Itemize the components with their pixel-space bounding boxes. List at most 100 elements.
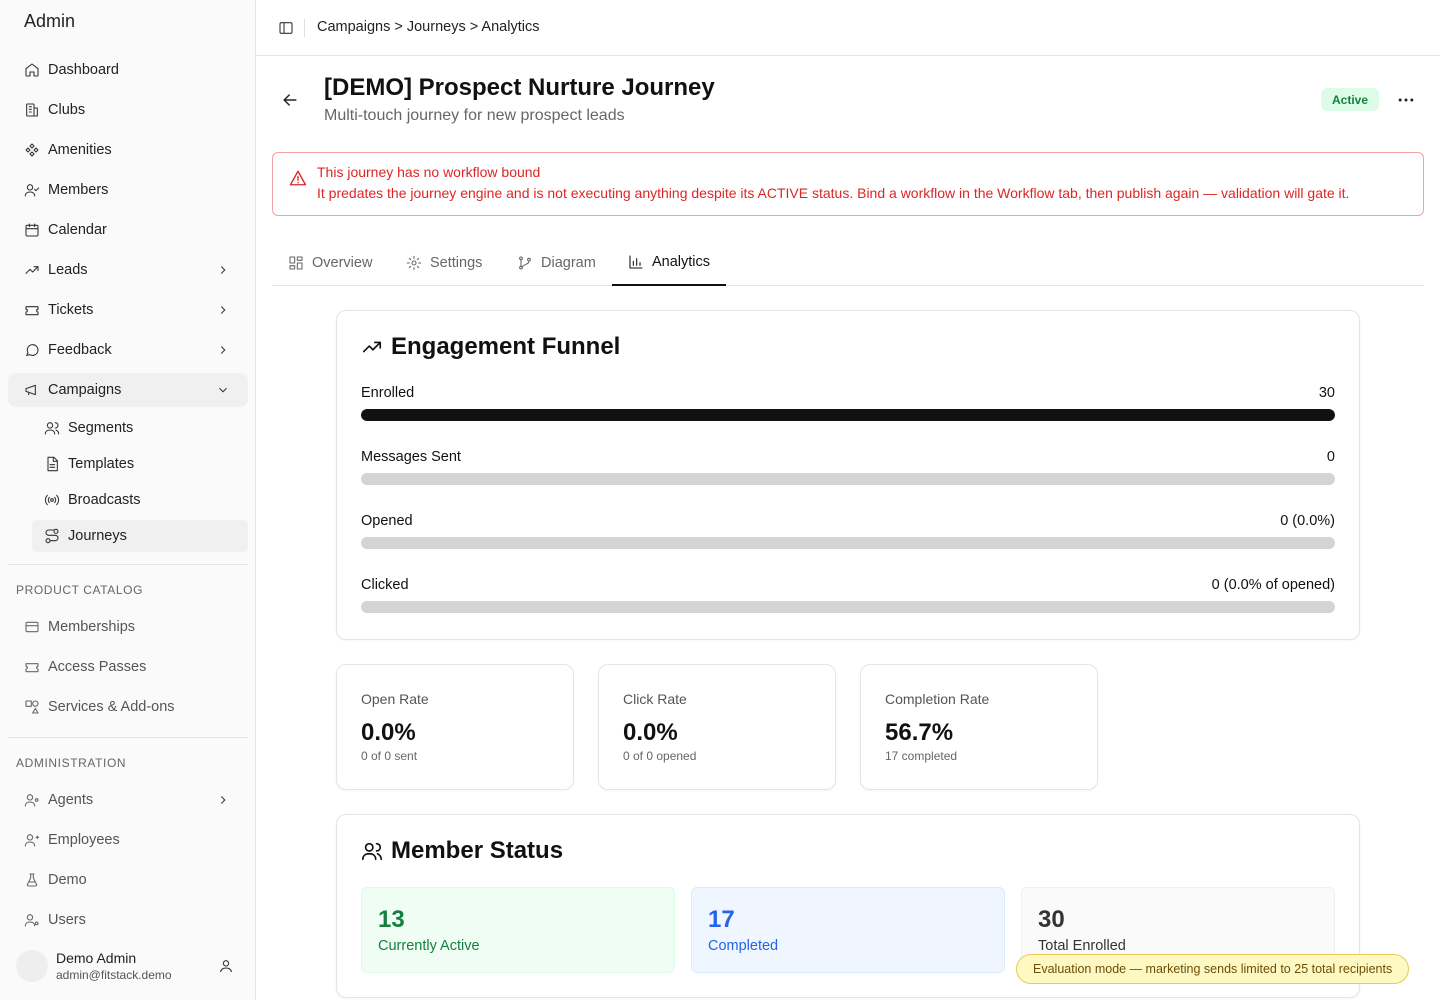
stat-subtext: 0 of 0 opened — [623, 749, 697, 763]
tab-settings[interactable]: Settings — [390, 240, 498, 286]
sidebar-item-campaigns[interactable]: Campaigns — [8, 373, 248, 407]
funnel-value: 0 — [1326, 449, 1335, 465]
sidebar-item-leads[interactable]: Leads — [8, 253, 248, 287]
sidebar-item-label: Memberships — [48, 619, 136, 635]
funnel-label: Messages Sent — [361, 449, 461, 465]
stat-value: 0.0% — [361, 719, 416, 746]
sidebar-subitem-templates[interactable]: Templates — [32, 448, 248, 480]
sidebar-item-label: Calendar — [48, 222, 107, 238]
currently-active-box: 13 Currently Active — [361, 887, 675, 973]
funnel-row: Enrolled 30 — [361, 385, 1335, 433]
sidebar-item-label: Services & Add-ons — [48, 699, 175, 715]
sidebar-subitem-broadcasts[interactable]: Broadcasts — [32, 484, 248, 516]
stat-label: Completion Rate — [885, 691, 990, 707]
sidebar-toggle-icon[interactable] — [278, 20, 294, 36]
ticket-icon — [24, 659, 40, 675]
user-icon — [24, 832, 40, 848]
sparkle-icon — [24, 142, 40, 158]
page-subtitle: Multi-touch journey for new prospect lea… — [324, 107, 625, 124]
funnel-progress-bar — [361, 473, 1335, 485]
flask-icon — [24, 872, 40, 888]
sidebar-divider — [8, 564, 248, 565]
sidebar-item-label: Amenities — [48, 142, 112, 158]
user-menu[interactable]: Demo Admin admin@fitstack.demo — [16, 948, 240, 988]
sidebar-item-feedback[interactable]: Feedback — [8, 333, 248, 367]
workflow-alert: This journey has no workflow bound It pr… — [272, 152, 1424, 216]
tab-bar: Overview Settings Diagram Analytics — [272, 240, 1424, 286]
sidebar-item-access-passes[interactable]: Access Passes — [8, 650, 248, 684]
funnel-progress-bar — [361, 601, 1335, 613]
sidebar-item-demo[interactable]: Demo — [8, 863, 248, 897]
sidebar-item-label: Demo — [48, 872, 87, 888]
completed-box: 17 Completed — [691, 887, 1005, 973]
users-icon — [44, 420, 60, 436]
user-name: Demo Admin — [56, 950, 137, 966]
tab-diagram[interactable]: Diagram — [501, 240, 612, 286]
tab-label: Settings — [430, 255, 483, 271]
ticket-icon — [24, 302, 40, 318]
sidebar-subitem-journeys[interactable]: Journeys — [32, 520, 248, 552]
chevron-down-icon — [216, 383, 230, 397]
status-label: Completed — [708, 938, 779, 954]
gear-icon — [406, 255, 422, 271]
engagement-funnel-card: Engagement Funnel Enrolled 30 Messages Sen… — [336, 310, 1360, 640]
sidebar-item-calendar[interactable]: Calendar — [8, 213, 248, 247]
sidebar-subitem-segments[interactable]: Segments — [32, 412, 248, 444]
user-email: admin@fitstack.demo — [56, 968, 172, 982]
sidebar-subitem-label: Templates — [68, 456, 135, 472]
file-text-icon — [44, 456, 60, 472]
sidebar-item-dashboard[interactable]: Dashboard — [8, 53, 248, 87]
breadcrumb[interactable]: Campaigns > Journeys > Analytics — [317, 19, 539, 35]
sidebar-item-members[interactable]: Members — [8, 173, 248, 207]
user-gear-icon — [24, 792, 40, 808]
status-badge: Active — [1321, 88, 1380, 111]
chevron-right-icon — [216, 303, 230, 317]
megaphone-icon — [24, 382, 40, 398]
sidebar-item-services-addons[interactable]: Services & Add-ons — [8, 690, 248, 724]
sidebar-item-employees[interactable]: Employees — [8, 823, 248, 857]
tab-overview[interactable]: Overview — [272, 240, 388, 286]
sidebar-item-label: Agents — [48, 792, 94, 808]
sidebar: Admin Dashboard Clubs Amenities Members … — [0, 0, 256, 1000]
sidebar-item-label: Leads — [48, 262, 88, 278]
alert-title: This journey has no workflow bound — [317, 164, 541, 180]
sidebar-item-clubs[interactable]: Clubs — [8, 93, 248, 127]
status-count: 17 — [708, 906, 735, 933]
status-count: 13 — [378, 906, 405, 933]
layout-grid-icon — [288, 255, 304, 271]
tab-label: Diagram — [541, 255, 596, 271]
section-heading-product-catalog: PRODUCT CATALOG — [16, 583, 144, 597]
sidebar-item-tickets[interactable]: Tickets — [8, 293, 248, 327]
breadcrumb-separator — [304, 19, 305, 37]
sidebar-item-amenities[interactable]: Amenities — [8, 133, 248, 167]
sidebar-item-memberships[interactable]: Memberships — [8, 610, 248, 644]
funnel-label: Opened — [361, 513, 413, 529]
chevron-right-icon — [216, 793, 230, 807]
funnel-label: Enrolled — [361, 385, 415, 401]
home-icon — [24, 62, 40, 78]
status-label: Total Enrolled — [1038, 938, 1126, 954]
sidebar-item-label: Access Passes — [48, 659, 147, 675]
user-cog-icon — [24, 912, 40, 928]
user-icon[interactable] — [218, 958, 234, 974]
funnel-progress-bar — [361, 537, 1335, 549]
funnel-title: Engagement Funnel — [391, 333, 621, 360]
sidebar-item-label: Clubs — [48, 102, 86, 118]
calendar-icon — [24, 222, 40, 238]
broadcast-icon — [44, 492, 60, 508]
sidebar-item-label: Feedback — [48, 342, 112, 358]
funnel-row: Opened 0 (0.0%) — [361, 513, 1335, 561]
back-arrow-icon[interactable] — [280, 90, 300, 110]
more-options-icon[interactable] — [1396, 90, 1416, 110]
user-check-icon — [24, 182, 40, 198]
funnel-value: 0 (0.0% of opened) — [1211, 577, 1335, 593]
tab-label: Analytics — [652, 254, 711, 270]
sidebar-item-agents[interactable]: Agents — [8, 783, 248, 817]
sidebar-item-users[interactable]: Users — [8, 903, 248, 937]
tab-analytics[interactable]: Analytics — [612, 240, 727, 286]
stat-value: 0.0% — [623, 719, 678, 746]
funnel-progress-bar — [361, 409, 1335, 421]
card-title: Engagement Funnel — [361, 333, 620, 361]
funnel-value: 30 — [1318, 385, 1335, 401]
sidebar-item-label: Dashboard — [48, 62, 119, 78]
